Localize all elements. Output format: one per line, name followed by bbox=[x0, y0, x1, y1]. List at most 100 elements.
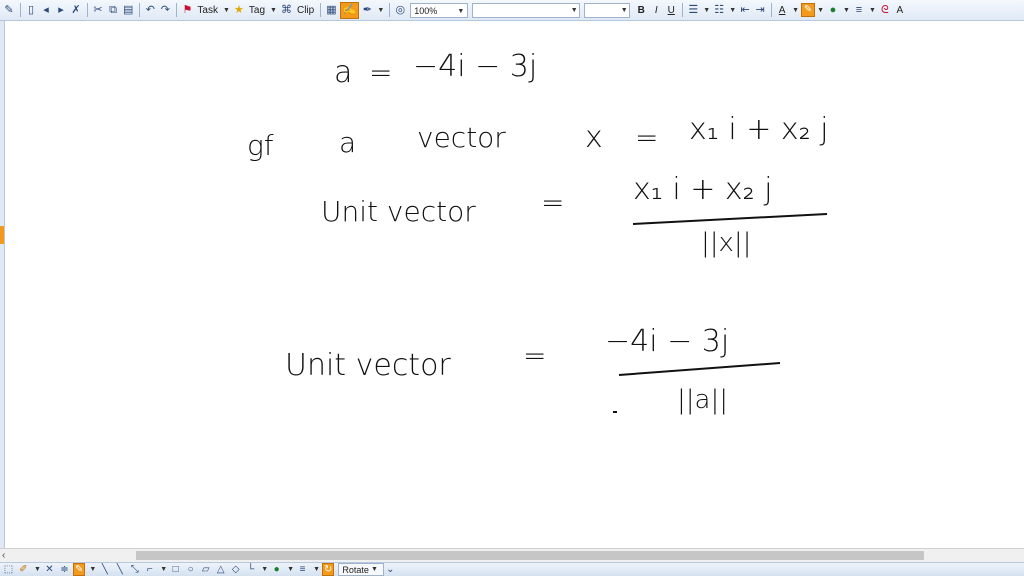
font-color-icon[interactable]: ● bbox=[826, 2, 840, 19]
task-button-label[interactable]: Task bbox=[195, 2, 220, 19]
zoom-dropdown-caret[interactable]: ▼ bbox=[457, 4, 464, 19]
line1-lhs: a bbox=[334, 55, 352, 90]
pen-dropdown-caret[interactable]: ▼ bbox=[89, 566, 96, 573]
tag-button-label[interactable]: Tag bbox=[247, 2, 267, 19]
line2-a: a bbox=[339, 126, 356, 159]
task-dropdown-caret[interactable]: ▼ bbox=[223, 7, 230, 14]
numbered-dropdown-caret[interactable]: ▼ bbox=[729, 7, 736, 14]
note-canvas[interactable]: a = −4i − 3j gf a vector x = x₁ i + x₂ j… bbox=[5, 21, 1024, 548]
undo-icon[interactable]: ↶ bbox=[143, 2, 157, 19]
line-weight-icon[interactable]: ≡ bbox=[296, 563, 309, 576]
rotate-dropdown-caret[interactable]: ▼ bbox=[371, 566, 378, 573]
connector-tool-icon[interactable]: └ bbox=[244, 563, 257, 576]
insert-space-icon[interactable]: ≑ bbox=[58, 563, 71, 576]
line1-equals: = bbox=[369, 56, 392, 89]
font-size-dropdown-caret[interactable]: ▼ bbox=[619, 4, 629, 17]
copy-icon[interactable]: ⧉ bbox=[106, 2, 120, 19]
line3-denominator: ||x|| bbox=[701, 228, 751, 258]
scrollbar-thumb[interactable] bbox=[136, 551, 924, 560]
axis-dropdown-caret[interactable]: ▼ bbox=[160, 566, 167, 573]
toolbar-divider bbox=[20, 3, 21, 17]
task-flag-icon[interactable]: ⚑ bbox=[180, 2, 194, 19]
font-size-select[interactable]: ▼ bbox=[584, 2, 631, 18]
pen-mode-icon[interactable]: ✍ bbox=[339, 1, 360, 19]
rotate-button[interactable]: Rotate ▼ bbox=[338, 563, 384, 576]
triangle-tool-icon[interactable]: △ bbox=[214, 563, 227, 576]
paste-icon[interactable]: ▤ bbox=[121, 2, 135, 19]
axis-tool-icon[interactable]: ⌐ bbox=[143, 563, 156, 576]
font-size-tool-button[interactable]: A bbox=[893, 2, 907, 19]
forward-arrow-icon[interactable]: ▸ bbox=[54, 2, 68, 19]
parallelogram-tool-icon[interactable]: ▱ bbox=[199, 563, 212, 576]
ellipse-tool-icon[interactable]: ○ bbox=[184, 563, 197, 576]
text-style-dropdown-caret[interactable]: ▼ bbox=[792, 7, 799, 14]
rotate-icon[interactable]: ↻ bbox=[322, 563, 335, 576]
pen-tool-icon[interactable]: ✎ bbox=[72, 563, 86, 576]
highlighter-icon[interactable]: ✎ bbox=[801, 3, 816, 17]
delete-page-icon[interactable]: ✗ bbox=[69, 2, 83, 19]
line-weight-dropdown-caret[interactable]: ▼ bbox=[313, 566, 320, 573]
toolbar-divider bbox=[389, 3, 391, 17]
left-page-tab[interactable] bbox=[0, 226, 4, 244]
toolbar-divider bbox=[139, 3, 141, 17]
rectangle-tool-icon[interactable]: □ bbox=[169, 563, 182, 576]
line2-prefix: gf bbox=[247, 129, 274, 162]
line-style-icon[interactable]: ≡ bbox=[852, 2, 866, 19]
numbered-list-icon[interactable]: ☷ bbox=[712, 2, 726, 19]
line1-rhs: −4i − 3j bbox=[413, 49, 537, 84]
line-tool-icon[interactable]: ╲ bbox=[98, 563, 111, 576]
arrow-line-tool-icon[interactable]: ╲ bbox=[113, 563, 126, 576]
line-style-dropdown-caret[interactable]: ▼ bbox=[869, 7, 876, 14]
lasso-icon[interactable]: ᘓ bbox=[878, 2, 892, 19]
line2-rhs: x₁ i + x₂ j bbox=[689, 112, 829, 147]
font-name-select[interactable]: ▼ bbox=[472, 2, 581, 18]
color-dropdown-caret[interactable]: ▼ bbox=[287, 566, 294, 573]
top-toolbar: ✎ ▯ ◂ ▸ ✗ ✂ ⧉ ▤ ↶ ↷ ⚑ Task ▼ ★ Tag ▼ ⌘ C… bbox=[0, 0, 1024, 21]
table-icon[interactable]: ▦ bbox=[324, 2, 338, 19]
horizontal-scrollbar[interactable]: ‹ bbox=[0, 548, 1024, 562]
line2-vector: vector bbox=[417, 121, 506, 154]
tag-star-icon[interactable]: ★ bbox=[232, 2, 246, 19]
underline-button[interactable]: U bbox=[664, 2, 678, 19]
eraser-dropdown-caret[interactable]: ▼ bbox=[34, 566, 41, 573]
double-arrow-tool-icon[interactable]: ⤡ bbox=[128, 563, 141, 576]
bullet-dropdown-caret[interactable]: ▼ bbox=[703, 7, 710, 14]
rotate-button-label: Rotate bbox=[342, 564, 369, 575]
bold-button[interactable]: B bbox=[634, 2, 648, 19]
scroll-left-arrow-icon[interactable]: ‹ bbox=[2, 549, 12, 562]
tag-dropdown-caret[interactable]: ▼ bbox=[270, 7, 277, 14]
drawing-toolbar: ⬚ ✐ ▼ ✕ ≑ ✎ ▼ ╲ ╲ ⤡ ⌐ ▼ □ ○ ▱ △ ◇ └ ▼ ● … bbox=[0, 562, 1024, 576]
pen-icon[interactable]: ✎ bbox=[2, 2, 16, 19]
color-picker-icon[interactable]: ● bbox=[270, 563, 283, 576]
font-color-dropdown-caret[interactable]: ▼ bbox=[843, 7, 850, 14]
highlighter-dropdown-caret[interactable]: ▼ bbox=[817, 7, 824, 14]
connector-dropdown-caret[interactable]: ▼ bbox=[261, 566, 268, 573]
clip-icon[interactable]: ⌘ bbox=[279, 2, 294, 19]
toolbar-overflow-icon[interactable]: ⌄ bbox=[384, 563, 397, 576]
text-style-button[interactable]: A bbox=[775, 2, 789, 19]
eraser-tool-icon[interactable]: ✐ bbox=[17, 563, 30, 576]
zoom-icon[interactable]: ◎ bbox=[393, 2, 407, 19]
line3-fraction-bar bbox=[632, 213, 828, 225]
font-name-dropdown-caret[interactable]: ▼ bbox=[569, 4, 579, 17]
line4-numerator: −4i − 3j bbox=[605, 324, 729, 359]
cut-icon[interactable]: ✂ bbox=[91, 2, 105, 19]
diamond-tool-icon[interactable]: ◇ bbox=[229, 563, 242, 576]
app-window: ✎ ▯ ◂ ▸ ✗ ✂ ⧉ ▤ ↶ ↷ ⚑ Task ▼ ★ Tag ▼ ⌘ C… bbox=[0, 0, 1024, 576]
redo-icon[interactable]: ↷ bbox=[158, 2, 172, 19]
back-arrow-icon[interactable]: ◂ bbox=[39, 2, 53, 19]
bullet-list-icon[interactable]: ☰ bbox=[686, 2, 700, 19]
handwriting-layer: a = −4i − 3j gf a vector x = x₁ i + x₂ j… bbox=[247, 49, 829, 415]
toolbar-divider bbox=[682, 3, 684, 17]
increase-indent-icon[interactable]: ⇥ bbox=[753, 2, 767, 19]
zoom-select[interactable]: 100% ▼ bbox=[410, 2, 469, 19]
delete-ink-icon[interactable]: ✕ bbox=[43, 563, 56, 576]
ink-tool-icon[interactable]: ✒ bbox=[360, 2, 374, 19]
toolbar-divider bbox=[771, 3, 773, 17]
italic-button[interactable]: I bbox=[649, 2, 663, 19]
clip-button-label[interactable]: Clip bbox=[295, 2, 316, 19]
ink-dropdown-caret[interactable]: ▼ bbox=[377, 7, 384, 14]
new-page-icon[interactable]: ▯ bbox=[24, 2, 38, 19]
decrease-indent-icon[interactable]: ⇤ bbox=[738, 2, 752, 19]
select-tool-icon[interactable]: ⬚ bbox=[2, 563, 15, 576]
